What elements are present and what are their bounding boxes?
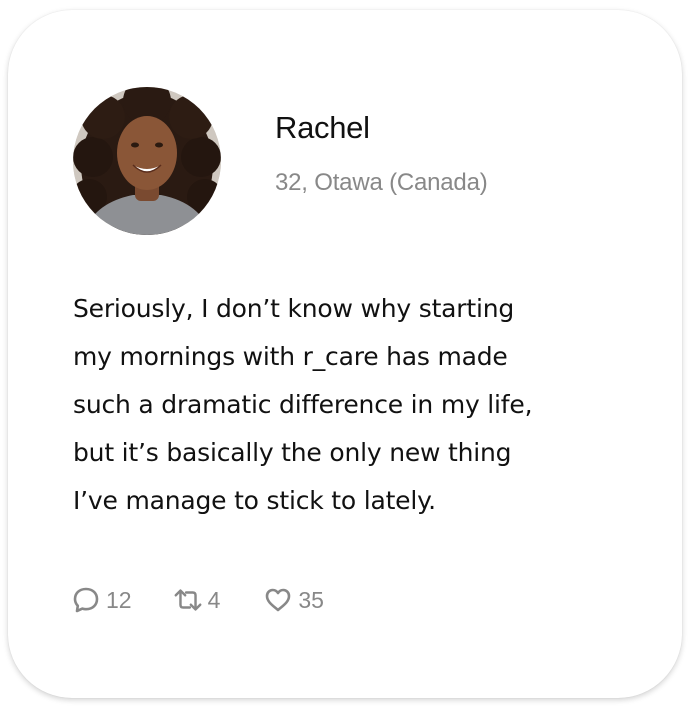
repost-button[interactable]: 4 — [172, 584, 221, 616]
avatar[interactable] — [73, 87, 221, 235]
post-text-line: Seriously, I don’t know why starting — [73, 294, 515, 323]
reply-count: 12 — [106, 586, 132, 613]
author-name: Rachel — [275, 110, 370, 145]
post-text-line: my mornings with r_care has made — [73, 342, 508, 371]
user-photo-icon — [73, 87, 221, 235]
reply-button[interactable]: 12 — [70, 584, 132, 616]
repost-count: 4 — [207, 586, 221, 613]
heart-icon — [262, 584, 294, 616]
author-meta: 32, Otawa (Canada) — [275, 169, 488, 196]
comment-icon — [70, 584, 102, 616]
action-bar: 12 4 35 — [70, 580, 324, 620]
like-button[interactable]: 35 — [262, 584, 324, 616]
post-text: Seriously, I don’t know why starting my … — [73, 285, 633, 525]
repost-icon — [172, 584, 204, 616]
testimonial-card: Rachel 32, Otawa (Canada) Seriously, I d… — [8, 10, 682, 698]
like-count: 35 — [298, 586, 324, 613]
post-text-line: I’ve manage to stick to lately. — [73, 486, 436, 515]
post-text-line: but it’s basically the only new thing — [73, 438, 512, 467]
post-text-line: such a dramatic difference in my life, — [73, 390, 533, 419]
